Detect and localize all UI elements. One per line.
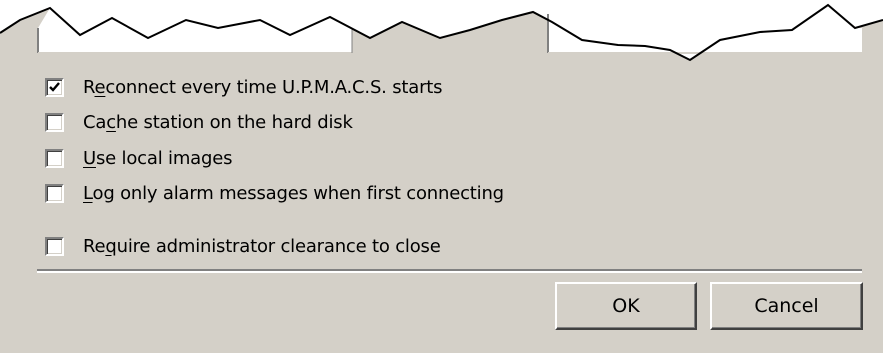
- reconnect-label: Reconnect every time U.P.M.A.C.S. starts: [83, 76, 443, 98]
- ok-button[interactable]: OK: [555, 282, 697, 330]
- checkbox-cache-option[interactable]: Cache station on the hard disk: [45, 107, 353, 137]
- checkbox-reconnect-option[interactable]: Reconnect every time U.P.M.A.C.S. starts: [45, 72, 443, 102]
- screenshot-canvas: Reconnect every time U.P.M.A.C.S. starts…: [0, 0, 883, 353]
- checkmark-icon: [49, 81, 60, 92]
- admin-clearance-checkbox[interactable]: [45, 236, 64, 256]
- local-images-checkbox[interactable]: [45, 148, 64, 168]
- local-images-label: Use local images: [83, 147, 233, 169]
- checkbox-local-images-option[interactable]: Use local images: [45, 143, 232, 173]
- log-alarm-checkbox[interactable]: [45, 183, 64, 203]
- reconnect-checkbox[interactable]: [45, 77, 64, 97]
- ok-button-label: OK: [612, 295, 640, 317]
- checkbox-log-alarm-option[interactable]: Log only alarm messages when first conne…: [45, 178, 504, 208]
- torn-top-pane-left: [38, 8, 352, 53]
- cache-label: Cache station on the hard disk: [83, 111, 353, 133]
- cancel-button[interactable]: Cancel: [710, 282, 863, 330]
- cancel-button-label: Cancel: [754, 295, 819, 317]
- checkbox-admin-clearance-option[interactable]: Require administrator clearance to close: [45, 231, 441, 261]
- options-dialog-fragment: Reconnect every time U.P.M.A.C.S. starts…: [0, 0, 883, 353]
- cache-checkbox[interactable]: [45, 112, 64, 132]
- admin-clearance-label: Require administrator clearance to close: [83, 235, 441, 257]
- log-alarm-label: Log only alarm messages when first conne…: [83, 182, 504, 204]
